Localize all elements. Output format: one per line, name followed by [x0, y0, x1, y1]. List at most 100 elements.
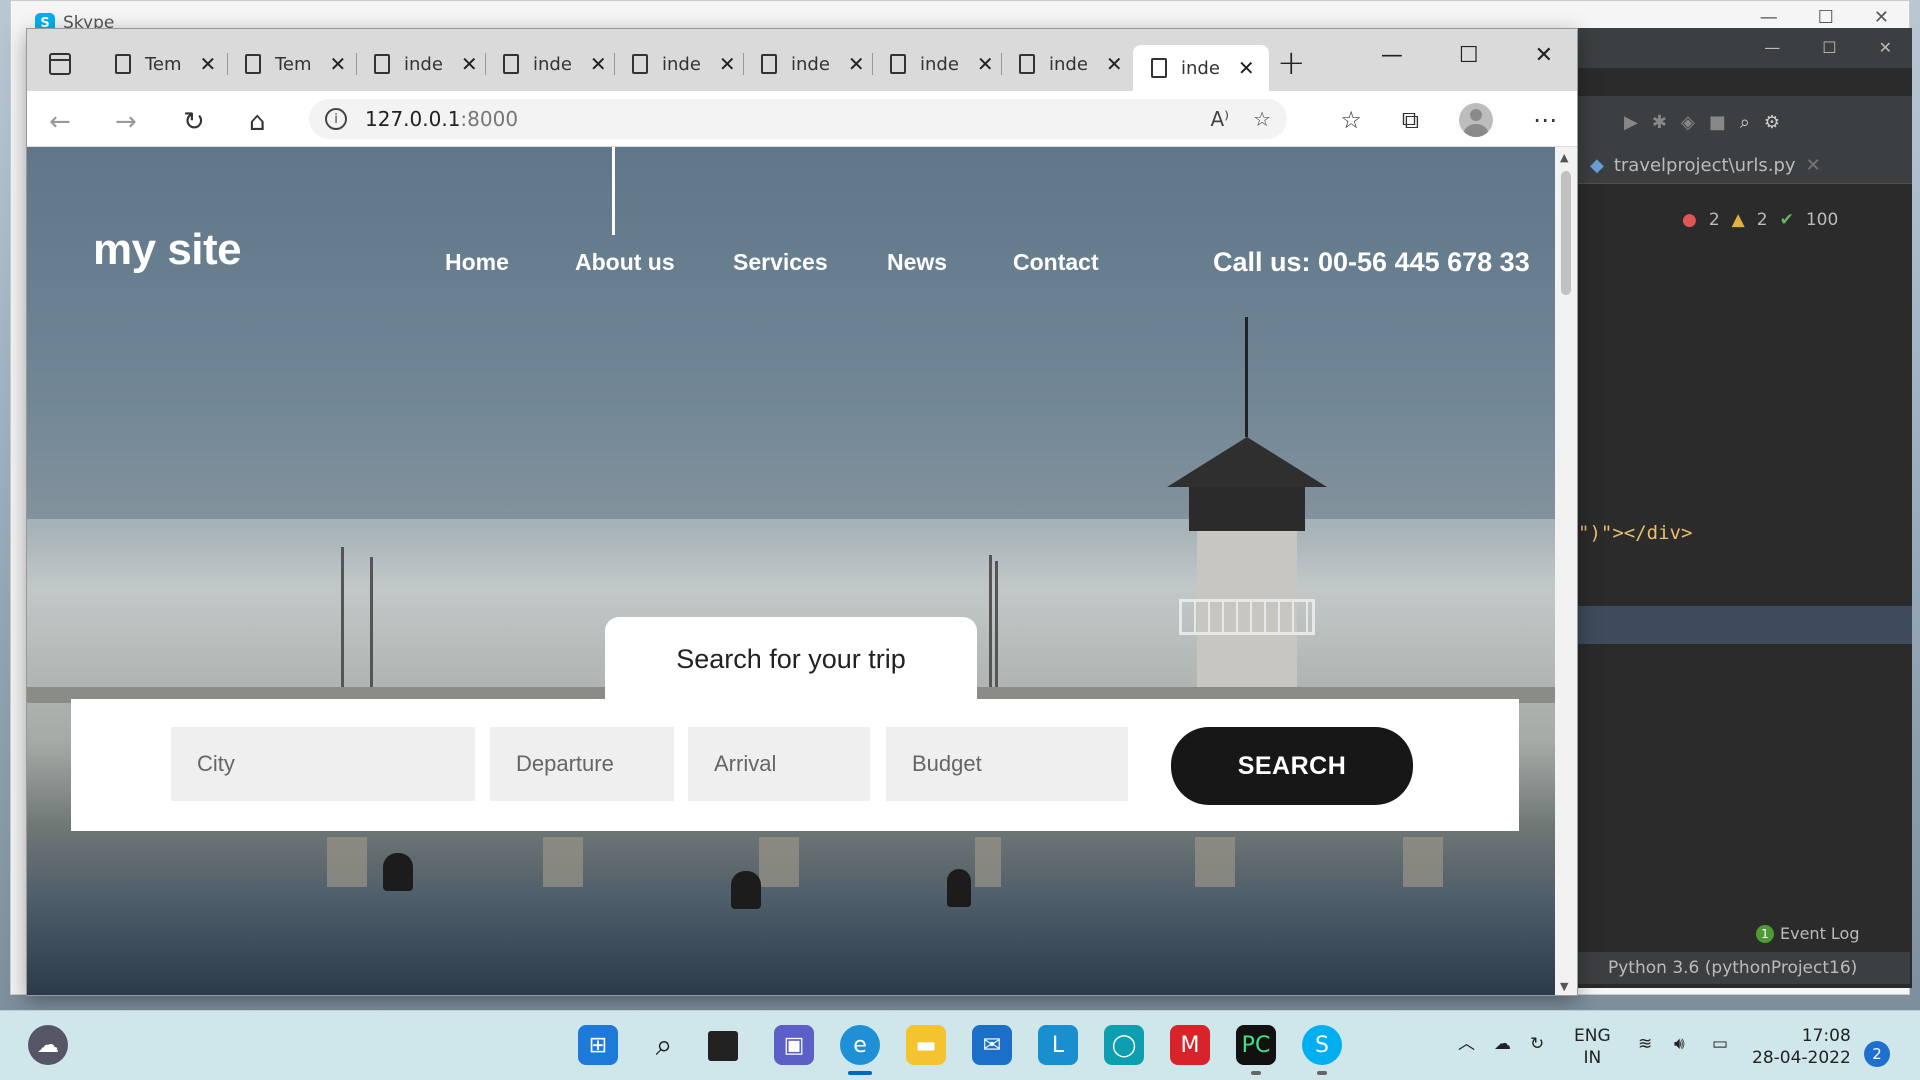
- add-favorite-icon[interactable]: ☆: [1253, 99, 1271, 131]
- interpreter-label[interactable]: Python 3.6 (pythonProject16): [1608, 958, 1857, 978]
- region-code: IN: [1583, 1048, 1602, 1068]
- settings-icon[interactable]: ⚙: [1764, 112, 1780, 133]
- search-icon[interactable]: ⌕: [644, 1025, 684, 1065]
- browser-tab[interactable]: inde ✕: [356, 45, 478, 83]
- stop-icon[interactable]: ■: [1709, 112, 1726, 133]
- nav-contact[interactable]: Contact: [1013, 249, 1099, 276]
- minimize-icon[interactable]: —: [1760, 7, 1778, 28]
- close-icon[interactable]: ✕: [1874, 7, 1889, 28]
- nav-about-us[interactable]: About us: [575, 249, 675, 276]
- site-logo[interactable]: my site: [93, 225, 242, 275]
- browser-tab[interactable]: Tem ✕: [97, 45, 216, 83]
- warning-icon: ▲: [1731, 210, 1745, 230]
- debug-icon[interactable]: ✱: [1652, 112, 1667, 133]
- clock-time: 17:08: [1801, 1026, 1851, 1046]
- close-tab-icon[interactable]: ✕: [848, 52, 865, 76]
- close-tab-icon[interactable]: ✕: [200, 52, 217, 76]
- task-view-icon[interactable]: [708, 1031, 738, 1061]
- close-icon[interactable]: ✕: [1879, 38, 1892, 57]
- home-icon[interactable]: ⌂: [249, 107, 266, 137]
- close-tab-icon[interactable]: ✕: [1806, 155, 1821, 176]
- arrival-input[interactable]: Arrival: [688, 727, 870, 801]
- tab-actions-icon[interactable]: [49, 53, 71, 75]
- city-input[interactable]: City: [171, 727, 475, 801]
- coverage-icon[interactable]: ◈: [1681, 112, 1695, 133]
- nav-home[interactable]: Home: [445, 249, 509, 276]
- browser-tab[interactable]: inde ✕: [872, 45, 994, 83]
- wifi-icon[interactable]: ≋: [1638, 1033, 1652, 1055]
- clock[interactable]: 17:08 28-04-2022: [1752, 1025, 1851, 1069]
- browser-tab[interactable]: inde ✕: [743, 45, 865, 83]
- notification-badge[interactable]: 2: [1864, 1041, 1890, 1067]
- pycharm-icon[interactable]: PC: [1236, 1025, 1276, 1065]
- address-bar[interactable]: i 127.0.0.1:8000 A⁾ ☆: [309, 99, 1287, 139]
- more-options-icon[interactable]: ⋯: [1533, 106, 1557, 134]
- browser-tab-active[interactable]: inde ✕: [1133, 45, 1269, 91]
- profile-avatar-icon[interactable]: [1459, 103, 1493, 137]
- departure-input[interactable]: Departure: [490, 727, 674, 801]
- file-explorer-icon[interactable]: ▬: [906, 1025, 946, 1065]
- start-icon[interactable]: ⊞: [578, 1025, 618, 1065]
- surfer-figure: [731, 871, 761, 909]
- browser-tab[interactable]: inde ✕: [614, 45, 736, 83]
- collections-icon[interactable]: ⧉: [1402, 106, 1419, 134]
- mcafee-icon[interactable]: M: [1170, 1025, 1210, 1065]
- new-tab-icon[interactable]: +: [1277, 43, 1306, 83]
- code-line[interactable]: ")"></div>: [1578, 522, 1692, 544]
- editor-tab[interactable]: ◆ travelproject\urls.py ✕: [1560, 148, 1912, 184]
- browser-tab[interactable]: Tem ✕: [227, 45, 346, 83]
- input-language[interactable]: ENG IN: [1574, 1025, 1611, 1069]
- tab-label: inde: [791, 53, 830, 75]
- inspection-widget[interactable]: ● 2 ▲ 2 ✔ 100: [1682, 210, 1838, 230]
- site-info-icon[interactable]: i: [325, 108, 347, 130]
- maximize-icon[interactable]: ☐: [1818, 7, 1834, 28]
- favorites-icon[interactable]: ☆: [1340, 106, 1362, 134]
- minimize-icon[interactable]: —: [1764, 38, 1780, 57]
- close-tab-icon[interactable]: ✕: [1106, 52, 1123, 76]
- close-tab-icon[interactable]: ✕: [590, 52, 607, 76]
- close-tab-icon[interactable]: ✕: [461, 52, 478, 76]
- onedrive-icon[interactable]: ☁: [1494, 1033, 1511, 1055]
- mail-icon[interactable]: ✉: [972, 1025, 1012, 1065]
- search-button[interactable]: SEARCH: [1171, 727, 1413, 805]
- show-hidden-icons[interactable]: ︿: [1458, 1033, 1475, 1055]
- close-tab-icon[interactable]: ✕: [977, 52, 994, 76]
- teams-chat-icon[interactable]: ▣: [774, 1025, 814, 1065]
- battery-icon[interactable]: ▭: [1712, 1033, 1728, 1055]
- libreoffice-icon[interactable]: L: [1038, 1025, 1078, 1065]
- maximize-icon[interactable]: ☐: [1822, 38, 1836, 57]
- run-icon[interactable]: ▶: [1624, 112, 1638, 133]
- minimize-icon[interactable]: —: [1381, 43, 1403, 68]
- edge-browser-icon[interactable]: e: [840, 1025, 880, 1065]
- nav-news[interactable]: News: [887, 249, 947, 276]
- sync-icon[interactable]: ↻: [1530, 1033, 1544, 1055]
- reload-icon[interactable]: ↻: [183, 107, 205, 137]
- cortana-icon[interactable]: ◯: [1104, 1025, 1144, 1065]
- close-tab-icon[interactable]: ✕: [330, 52, 347, 76]
- back-arrow-icon[interactable]: ←: [49, 107, 71, 137]
- scroll-thumb[interactable]: [1561, 171, 1571, 295]
- scroll-down-icon[interactable]: ▼: [1560, 980, 1568, 993]
- widgets-icon[interactable]: ☁: [28, 1025, 68, 1065]
- event-log-button[interactable]: 1 Event Log: [1756, 924, 1860, 943]
- skype-window-controls: — ☐ ✕: [1760, 7, 1889, 28]
- close-tab-icon[interactable]: ✕: [719, 52, 736, 76]
- maximize-icon[interactable]: ☐: [1459, 43, 1479, 68]
- document-icon: [374, 54, 390, 74]
- close-tab-icon[interactable]: ✕: [1238, 56, 1255, 80]
- skype-icon[interactable]: S: [1302, 1025, 1342, 1065]
- browser-tab[interactable]: inde ✕: [485, 45, 607, 83]
- close-icon[interactable]: ✕: [1535, 43, 1553, 68]
- browser-tab[interactable]: inde ✕: [1001, 45, 1123, 83]
- page-scrollbar[interactable]: ▲ ▼: [1555, 147, 1577, 995]
- code-editor[interactable]: [1560, 224, 1912, 644]
- forward-arrow-icon[interactable]: →: [115, 107, 137, 137]
- volume-icon[interactable]: 🔊︎: [1674, 1033, 1685, 1055]
- document-icon: [890, 54, 906, 74]
- search-icon[interactable]: ⌕: [1740, 112, 1750, 133]
- nav-services[interactable]: Services: [733, 249, 828, 276]
- scroll-up-icon[interactable]: ▲: [1560, 151, 1568, 164]
- read-aloud-icon[interactable]: A⁾: [1210, 99, 1229, 131]
- document-icon: [1019, 54, 1035, 74]
- budget-input[interactable]: Budget: [886, 727, 1128, 801]
